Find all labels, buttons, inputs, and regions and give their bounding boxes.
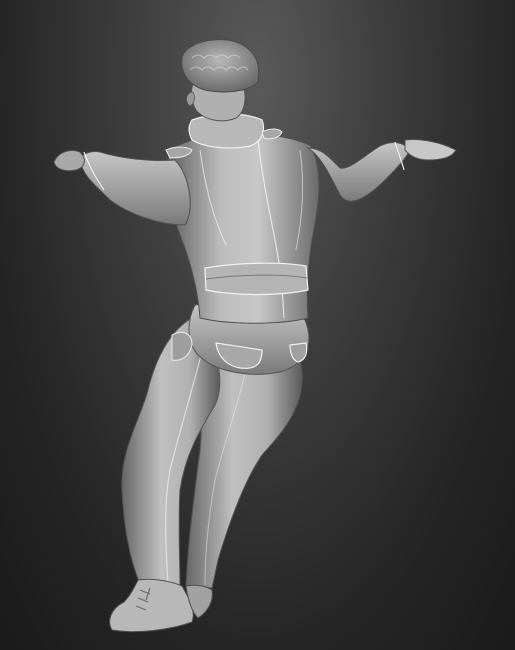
left-arm[interactable]: [79, 151, 191, 226]
left-hand[interactable]: [53, 149, 85, 172]
fur-hat[interactable]: [181, 39, 260, 93]
left-boot[interactable]: [109, 578, 194, 633]
right-arm[interactable]: [306, 142, 411, 202]
belt[interactable]: [204, 262, 309, 296]
right-hand[interactable]: [404, 139, 457, 161]
sculpted-figure[interactable]: [0, 0, 515, 650]
sculpt-viewport[interactable]: [0, 0, 515, 650]
